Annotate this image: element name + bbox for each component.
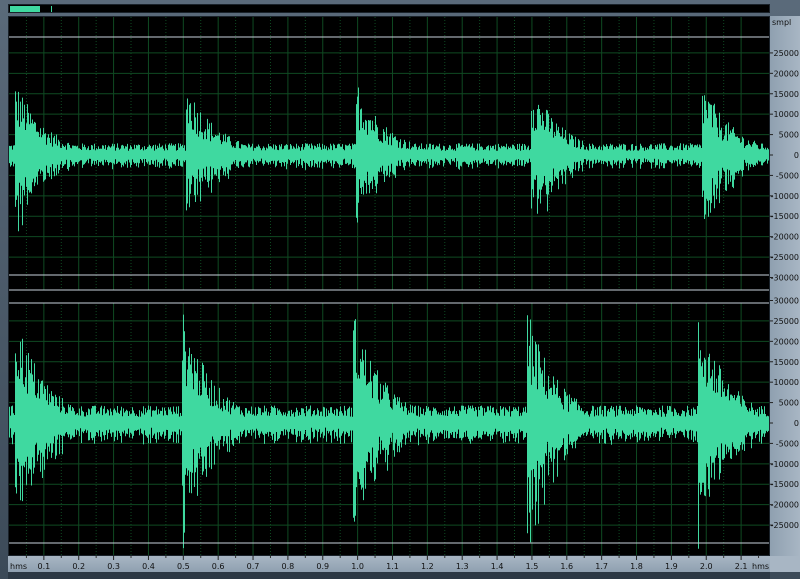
time-tick-label: 2.0 — [700, 562, 713, 571]
grid-lines — [9, 17, 769, 555]
time-tick-label: 0.4 — [142, 562, 155, 571]
time-tick-label: 2.1 — [735, 562, 748, 571]
time-tick-label: 0.7 — [247, 562, 260, 571]
overview-viewport-thumb[interactable] — [10, 6, 40, 12]
time-unit-label-left: hms — [10, 562, 27, 571]
time-tick-label: 0.3 — [107, 562, 120, 571]
overview-bar[interactable] — [8, 4, 770, 13]
amplitude-tick-label: 5000 — [779, 131, 799, 140]
time-tick-label: 0.9 — [316, 562, 329, 571]
channel-divider — [9, 290, 769, 303]
amplitude-tick-label: 20000 — [774, 69, 799, 78]
time-unit-label-right: hms — [752, 562, 769, 571]
time-tick-label: 1.4 — [491, 562, 504, 571]
amplitude-ruler-svg: smpl 25000 20000 15000 10000 5000 0 -5000 -1000… — [770, 18, 799, 530]
time-tick-label: 1.5 — [526, 562, 539, 571]
amplitude-tick-label: -25000 — [771, 253, 799, 262]
waveform-display[interactable] — [8, 16, 770, 556]
amplitude-tick-label: 20000 — [774, 337, 799, 346]
amplitude-tick-label: -25000 — [771, 521, 799, 530]
time-tick-label: 0.2 — [72, 562, 85, 571]
amplitude-tick-label: 10000 — [774, 378, 799, 387]
time-tick-label: 1.1 — [386, 562, 399, 571]
time-tick-label: 1.2 — [421, 562, 434, 571]
amplitude-tick-label: -5000 — [776, 439, 799, 448]
waveform-left — [9, 87, 769, 232]
waveform-right — [9, 314, 769, 549]
ruler-corner — [770, 556, 800, 572]
time-tick-label: 1.9 — [665, 562, 678, 571]
amplitude-tick-label: 5000 — [779, 399, 799, 408]
time-tick-label: 1.3 — [456, 562, 469, 571]
time-tick-label: 0.1 — [37, 562, 50, 571]
amplitude-tick-label: -15000 — [771, 480, 799, 489]
amplitude-tick-label: 0 — [794, 151, 799, 160]
time-tick-label: 1.0 — [351, 562, 364, 571]
waveform-canvas[interactable] — [9, 17, 769, 555]
time-tick-label: 1.8 — [630, 562, 643, 571]
amplitude-tick-label: 0 — [794, 419, 799, 428]
amplitude-tick-label: -10000 — [771, 460, 799, 469]
time-tick-label: 1.7 — [595, 562, 608, 571]
horizontal-scrollbar[interactable] — [8, 572, 770, 579]
amplitude-tick-label: 10000 — [774, 110, 799, 119]
amplitude-tick-label: 25000 — [774, 317, 799, 326]
amplitude-tick-label: -5000 — [776, 171, 799, 180]
amplitude-unit-label: smpl — [772, 18, 791, 27]
amplitude-tick-label: 30000 — [774, 297, 799, 306]
amplitude-tick-label: -20000 — [771, 501, 799, 510]
amplitude-tick-label: 15000 — [774, 90, 799, 99]
time-tick-label: 0.5 — [177, 562, 190, 571]
time-tick-label: 0.6 — [212, 562, 225, 571]
time-tick-label: 1.6 — [560, 562, 573, 571]
amplitude-tick-label: -20000 — [771, 233, 799, 242]
time-ruler: hms hms 0.1 0.2 0.3 0.4 0.5 0.6 0.7 0.8 0.9 1.0 1.… — [8, 556, 770, 572]
amplitude-tick-label: -30000 — [771, 273, 799, 282]
time-tick-label: 0.8 — [282, 562, 295, 571]
amplitude-tick-label: -10000 — [771, 192, 799, 201]
channel-boundaries — [9, 36, 769, 544]
time-ruler-svg: hms hms 0.1 0.2 0.3 0.4 0.5 0.6 0.7 0.8 0.9 1.0 1.… — [10, 556, 769, 571]
waveform-editor: smpl 25000 20000 15000 10000 5000 0 -5000 -1000… — [0, 0, 800, 579]
amplitude-ruler: smpl 25000 20000 15000 10000 5000 0 -5000 -1000… — [770, 16, 800, 556]
overview-cursor-mark — [51, 6, 52, 12]
amplitude-tick-label: 15000 — [774, 358, 799, 367]
waveform-traces — [9, 87, 769, 549]
amplitude-tick-label: -15000 — [771, 212, 799, 221]
amplitude-tick-label: 25000 — [774, 49, 799, 58]
